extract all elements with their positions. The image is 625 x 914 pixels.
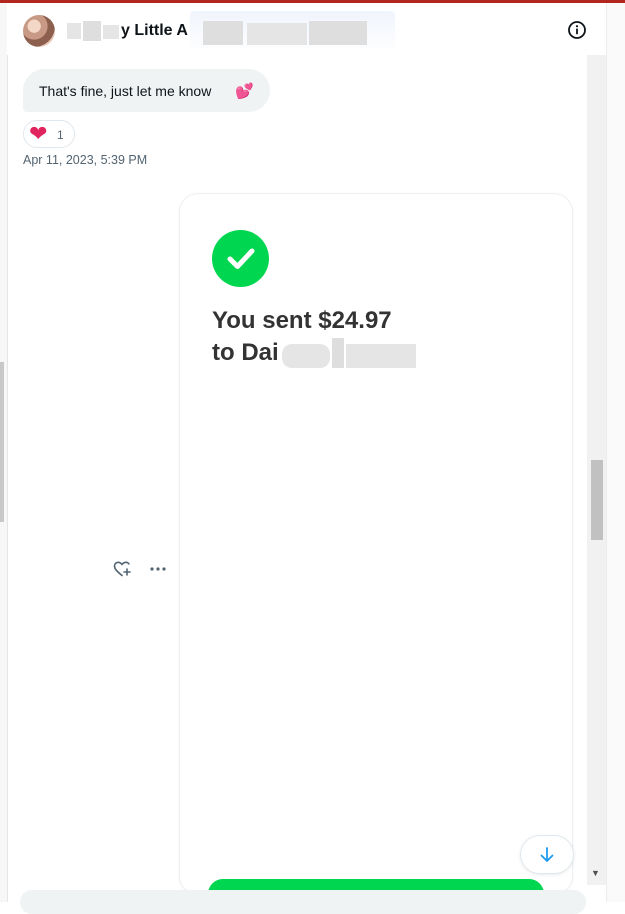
redacted-name-part [67,23,81,39]
scroll-to-bottom-button[interactable] [521,836,573,873]
conversation-title[interactable]: y Little A [121,22,188,40]
redacted-name-part [203,21,243,45]
conversation-header: y Little A [7,3,606,55]
redacted-name-part [103,25,119,39]
payment-card[interactable]: You sent $24.97 to Dai [180,194,572,909]
arrow-down-icon [540,847,554,862]
redacted-name-part [83,21,101,41]
redacted-recipient-part [332,338,344,368]
payment-recipient-text: to Dai [212,339,279,366]
message-timestamp: Apr 11, 2023, 5:39 PM [23,153,148,167]
left-panel-scroll-mark [0,362,4,522]
received-message-text: That's fine, just let me know [39,83,212,99]
heart-plus-icon[interactable] [112,559,132,579]
redacted-recipient-part [282,344,330,368]
avatar[interactable] [23,15,55,47]
right-edge [606,3,625,902]
message-composer[interactable] [20,890,586,914]
redacted-name-part [309,21,367,45]
reaction-count: 1 [57,128,64,142]
more-horizontal-icon[interactable] [148,559,168,579]
checkmark-glyph-icon [227,248,255,269]
scroll-arrow-down-icon[interactable]: ▼ [591,868,600,878]
payment-amount-text: You sent $24.97 [212,307,392,334]
checkmark-icon [212,230,269,287]
reaction-badge[interactable]: ❤ 1 [23,120,75,148]
received-message-bubble[interactable]: That's fine, just let me know 💕 [23,69,270,112]
scrollbar-thumb[interactable] [591,460,603,540]
two-hearts-emoji: 💕 [235,83,254,100]
redacted-name-part [247,23,307,45]
info-icon[interactable] [567,20,587,40]
redacted-recipient-part [346,344,416,368]
heart-reaction-icon: ❤ [29,121,48,146]
